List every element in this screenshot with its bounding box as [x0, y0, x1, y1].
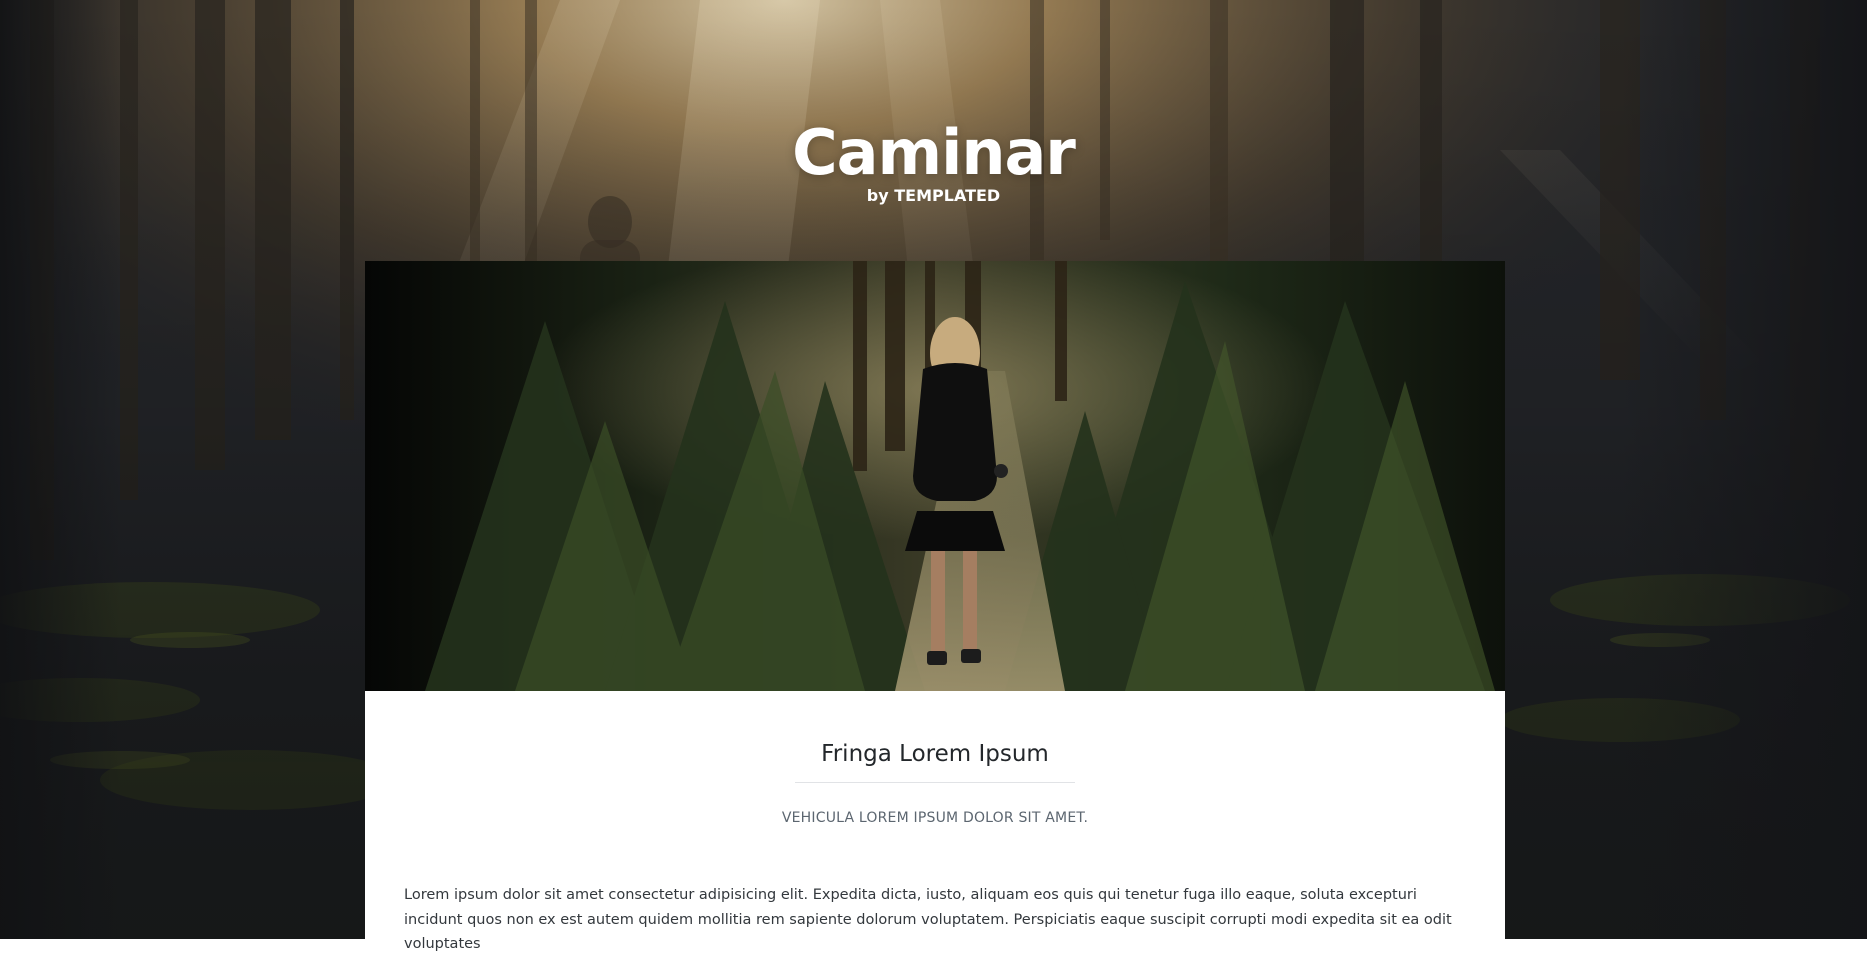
post-body-text: Lorem ipsum dolor sit amet consectetur a… [404, 887, 1452, 952]
hero-image [365, 261, 1505, 691]
site-byline: by TEMPLATED [866, 186, 1001, 205]
post-card: Fringa Lorem Ipsum VEHICULA LOREM IPSUM … [365, 261, 1505, 961]
post-title: Fringa Lorem Ipsum [821, 741, 1049, 767]
post-subtitle: VEHICULA LOREM IPSUM DOLOR SIT AMET. [781, 810, 1089, 826]
site-title[interactable]: Caminar [0, 112, 1867, 194]
title-divider [795, 782, 1075, 783]
